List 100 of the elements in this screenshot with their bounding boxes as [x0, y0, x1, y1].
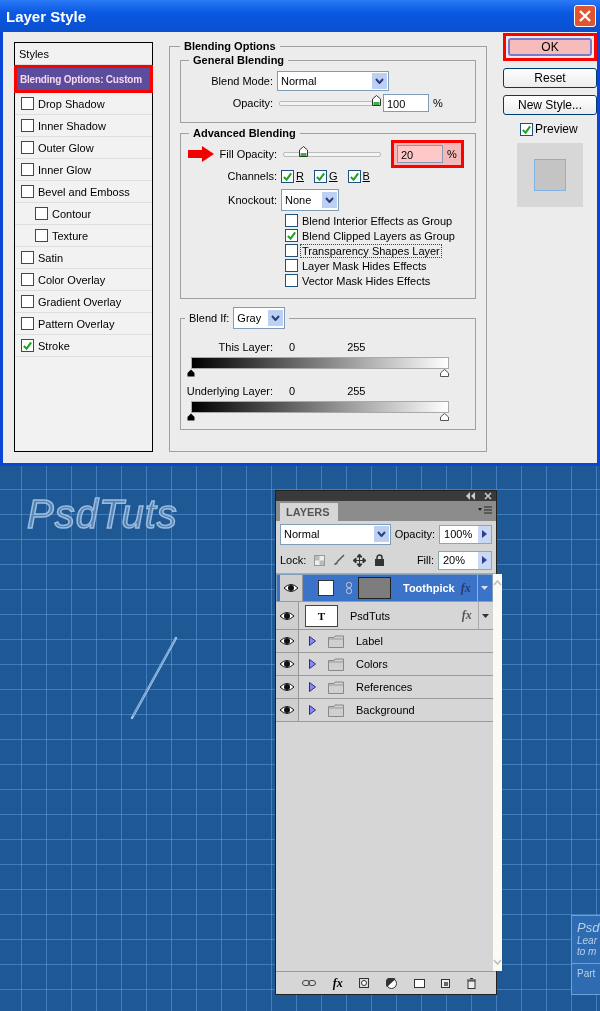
layer-name[interactable]: Label — [350, 635, 493, 647]
checkbox[interactable] — [313, 169, 327, 183]
dialog-button[interactable]: OK — [508, 38, 592, 56]
range-value: 255 — [347, 385, 366, 397]
scrollbar[interactable] — [492, 574, 502, 971]
unit-label: % — [447, 148, 457, 160]
layer-row[interactable]: References — [276, 676, 493, 699]
checkbox[interactable] — [21, 97, 34, 110]
effects-label: fx — [461, 608, 472, 623]
field-label: Lock: — [280, 554, 307, 566]
layer-name[interactable]: References — [350, 681, 493, 693]
checkbox[interactable] — [21, 185, 34, 198]
checkbox[interactable] — [285, 259, 298, 272]
layer-name[interactable]: Colors — [350, 658, 493, 670]
checkbox[interactable] — [21, 295, 34, 308]
list-item[interactable]: Blending Options: Custom — [14, 65, 153, 93]
list-item[interactable]: Texture — [52, 229, 89, 242]
blend-mode-dropdown[interactable]: Normal — [280, 523, 391, 545]
add-style-button[interactable]: fx — [332, 975, 343, 991]
mask-thumbnail — [358, 577, 391, 599]
opacity-field[interactable]: 100% — [439, 524, 492, 544]
layer-row[interactable]: T PsdTuts fx — [276, 602, 493, 630]
checkbox[interactable] — [520, 122, 533, 136]
checkbox-label[interactable]: Blend Interior Effects as Group — [300, 213, 455, 228]
slider-thumb[interactable] — [372, 94, 381, 106]
checkbox[interactable] — [285, 244, 298, 257]
blend-mode-dropdown[interactable]: Normal — [277, 71, 389, 91]
chevron-down-icon — [271, 315, 281, 321]
list-item[interactable]: Stroke — [38, 339, 70, 352]
trash-icon — [466, 977, 476, 989]
checkbox[interactable] — [285, 229, 298, 242]
visibility-toggle[interactable] — [276, 630, 299, 652]
checkbox-label[interactable]: Blend Clipped Layers as Group — [300, 228, 457, 243]
checkbox-label[interactable]: B — [362, 170, 370, 182]
blend-if-dropdown[interactable]: Gray — [233, 307, 286, 329]
list-item[interactable]: Inner Glow — [38, 163, 92, 176]
list-item[interactable]: Satin — [38, 251, 64, 264]
panel-tab[interactable]: LAYERS — [280, 503, 338, 521]
close-icon — [579, 10, 591, 22]
checkbox[interactable] — [35, 207, 48, 220]
checkbox-label[interactable]: R — [296, 170, 304, 182]
checkbox[interactable] — [35, 229, 48, 242]
checkbox-label[interactable]: G — [328, 170, 338, 182]
layer-name[interactable]: Background — [350, 704, 493, 716]
opacity-field[interactable]: 100 — [383, 94, 429, 112]
list-item[interactable]: Inner Shadow — [38, 119, 106, 132]
checkbox-label[interactable]: Layer Mask Hides Effects — [300, 258, 429, 273]
checkbox[interactable] — [285, 214, 298, 227]
fill-opacity-field[interactable]: 20 — [397, 145, 443, 163]
checkbox[interactable] — [281, 169, 294, 183]
layer-row[interactable]: Background — [276, 699, 493, 722]
list-item[interactable]: Color Overlay — [38, 273, 106, 286]
folder-icon — [328, 680, 344, 694]
layer-name[interactable]: Toothpick — [397, 582, 455, 594]
checkbox[interactable] — [347, 169, 361, 183]
preview-square — [534, 159, 566, 191]
checkbox[interactable] — [21, 273, 34, 286]
checkbox-label[interactable]: Transparency Shapes Layer — [300, 243, 442, 258]
list-item[interactable]: Bevel and Emboss — [38, 185, 130, 198]
card-text: Lear — [577, 935, 599, 946]
dialog-button[interactable]: Reset — [503, 68, 597, 88]
folder-icon — [413, 978, 425, 988]
list-item[interactable]: Outer Glow — [38, 141, 94, 154]
checkbox[interactable] — [21, 119, 34, 132]
move-icon — [353, 553, 367, 567]
visibility-toggle[interactable] — [276, 602, 299, 629]
half-circle-icon — [385, 977, 397, 989]
slider-thumb-icon — [187, 369, 195, 377]
field-label: Channels: — [226, 170, 278, 182]
list-item[interactable]: Drop Shadow — [38, 97, 105, 110]
group-title: Advanced Blending — [193, 127, 296, 139]
visibility-toggle[interactable] — [276, 699, 299, 721]
checkbox[interactable] — [21, 317, 34, 330]
close-button[interactable] — [574, 5, 596, 27]
visibility-toggle[interactable] — [276, 653, 299, 675]
checkbox[interactable] — [285, 274, 298, 287]
list-item[interactable]: Gradient Overlay — [38, 295, 122, 308]
layer-row[interactable]: Toothpick fx — [276, 574, 493, 602]
dialog-button[interactable]: New Style... — [503, 95, 597, 115]
fill-field[interactable]: 20% — [438, 550, 492, 570]
card-footer: Part — [572, 963, 600, 979]
new-layer-icon — [441, 978, 451, 988]
list-item[interactable]: Pattern Overlay — [38, 317, 115, 330]
layer-row[interactable]: Label — [276, 630, 493, 653]
field-label: Fill Opacity: — [219, 148, 277, 160]
checkbox[interactable] — [21, 251, 34, 264]
list-item[interactable]: Contour — [52, 207, 92, 220]
slider-thumb[interactable] — [299, 145, 309, 157]
visibility-toggle[interactable] — [276, 676, 299, 698]
visibility-toggle[interactable] — [280, 575, 303, 601]
field-label: Opacity: — [394, 528, 436, 540]
checkbox-label[interactable]: Preview — [535, 122, 578, 136]
layer-row[interactable]: Colors — [276, 653, 493, 676]
checkbox[interactable] — [21, 339, 34, 352]
checkbox[interactable] — [21, 163, 34, 176]
layer-name[interactable]: PsdTuts — [344, 609, 456, 622]
checkbox-label[interactable]: Vector Mask Hides Effects — [300, 273, 433, 288]
knockout-dropdown[interactable]: None — [281, 189, 339, 211]
field-label: Opacity: — [231, 97, 274, 109]
checkbox[interactable] — [21, 141, 34, 154]
